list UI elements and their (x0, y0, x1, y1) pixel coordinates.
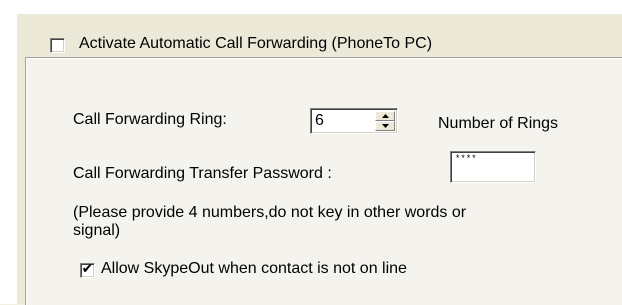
activate-forwarding-label: Activate Automatic Call Forwarding (Phon… (79, 35, 433, 52)
activate-forwarding-checkbox[interactable] (50, 38, 65, 53)
ring-label: Call Forwarding Ring: (73, 111, 227, 128)
triangle-down-icon (382, 124, 389, 128)
allow-skypeout-label: Allow SkypeOut when contact is not on li… (101, 260, 407, 277)
checkmark-icon: ✔ (81, 261, 94, 277)
transfer-password-input[interactable]: **** (450, 151, 536, 183)
top-strip (0, 0, 622, 14)
transfer-password-label: Call Forwarding Transfer Password : (73, 165, 332, 182)
ring-spinner-buttons (375, 111, 395, 131)
allow-skypeout-checkbox[interactable]: ✔ (80, 261, 95, 278)
ring-suffix-label: Number of Rings (438, 115, 559, 132)
ring-spinner[interactable]: 6 (310, 108, 398, 134)
ring-spinner-down-button[interactable] (375, 121, 395, 131)
ring-spinner-up-button[interactable] (375, 111, 395, 121)
left-strip (0, 0, 16, 304)
ring-spinner-value[interactable]: 6 (315, 111, 324, 131)
note-line-1: (Please provide 4 numbers,do not key in … (73, 204, 467, 221)
triangle-up-icon (382, 114, 389, 118)
note-line-2: signal) (73, 222, 121, 239)
transfer-password-value: **** (455, 154, 477, 164)
